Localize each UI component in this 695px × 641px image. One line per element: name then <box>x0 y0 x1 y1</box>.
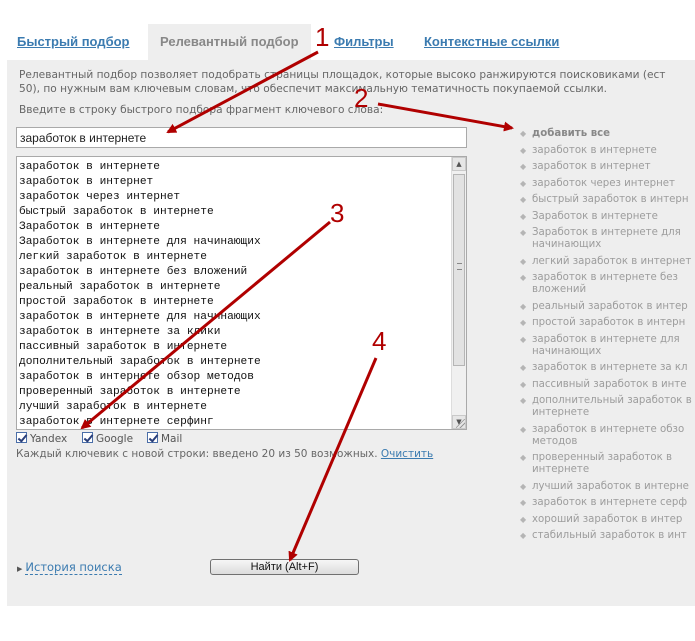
bullet-icon: ◆ <box>520 211 527 221</box>
engine-yandex[interactable]: Yandex <box>16 432 67 445</box>
query-hint: Введите в строку быстрого подбора фрагме… <box>19 104 384 116</box>
scroll-up-arrow-icon[interactable]: ▲ <box>452 157 466 171</box>
bullet-icon: ◆ <box>520 178 527 188</box>
suggestion-item[interactable]: ◆ заработок в интернете серф <box>518 497 695 509</box>
suggestion-item[interactable]: ◆ заработок в интернет <box>518 161 695 173</box>
bullet-icon: ◆ <box>520 256 527 266</box>
suggestion-item[interactable]: ◆ заработок в интернете <box>518 145 695 157</box>
quick-selection-input[interactable] <box>16 127 467 148</box>
keyword-line[interactable]: дополнительный заработок в интернете <box>19 355 449 370</box>
resize-grip-icon[interactable] <box>456 419 465 428</box>
keywords-text[interactable]: заработок в интернете заработок в интерне… <box>19 160 449 429</box>
keyword-line[interactable]: Заработок в интернете для начинающих <box>19 235 449 250</box>
bullet-icon: ◆ <box>520 481 527 491</box>
scrollbar-thumb[interactable] <box>453 174 465 366</box>
keyword-line[interactable]: быстрый заработок в интернете <box>19 205 449 220</box>
suggestion-item[interactable]: ◆ стабильный заработок в инт <box>518 530 695 542</box>
bullet-icon: ◆ <box>520 145 527 155</box>
bullet-icon: ◆ <box>520 334 527 344</box>
keyword-line[interactable]: заработок в интернете для начинающих <box>19 310 449 325</box>
add-all-link[interactable]: ◆ добавить все <box>518 128 695 140</box>
bullet-icon: ◆ <box>520 273 527 282</box>
search-history: ▶ История поиска <box>17 560 122 575</box>
tab-relevant-selection[interactable]: Релевантный подбор <box>148 24 311 60</box>
suggestion-item[interactable]: ◆ простой заработок в интерн <box>518 317 695 329</box>
bullet-icon: ◆ <box>520 424 527 434</box>
suggestion-item[interactable]: ◆ хороший заработок в интер <box>518 514 695 526</box>
checkbox-mail[interactable] <box>147 432 158 443</box>
bullet-icon: ◆ <box>520 453 527 462</box>
annotation-number-3: 3 <box>330 198 345 228</box>
keywords-scrollbar[interactable]: ▲ ▼ <box>451 157 466 429</box>
bullet-icon: ◆ <box>520 162 527 171</box>
annotation-number-2: 2 <box>354 83 369 113</box>
keyword-line[interactable]: легкий заработок в интернете <box>19 250 449 265</box>
clear-link[interactable]: Очистить <box>381 448 433 460</box>
suggestion-item[interactable]: ◆ заработок в интернете для начинающих <box>518 334 695 358</box>
suggestion-item[interactable]: ◆ заработок в интернете за кл <box>518 362 695 374</box>
suggestion-item[interactable]: ◆ заработок в интернете обзо методов <box>518 424 695 448</box>
suggestion-item[interactable]: ◆ лучший заработок в интерне <box>518 481 695 493</box>
suggestion-item[interactable]: ◆ быстрый заработок в интерн <box>518 194 695 206</box>
search-history-link[interactable]: История поиска <box>25 560 122 575</box>
bullet-icon: ◆ <box>520 396 527 405</box>
tab-bar: Быстрый подбор Релевантный подбор Фильтр… <box>0 24 695 60</box>
counter-text: Каждый ключевик с новой строки: введено … <box>16 448 378 460</box>
annotation-number-1: 1 <box>315 22 330 52</box>
keyword-line[interactable]: реальный заработок в интернете <box>19 280 449 295</box>
suggestion-item[interactable]: ◆ заработок через интернет <box>518 178 695 190</box>
bullet-icon: ◆ <box>520 301 527 311</box>
tab-filters[interactable]: Фильтры <box>334 24 394 60</box>
bullet-icon: ◆ <box>520 379 527 389</box>
bullet-icon: ◆ <box>520 195 527 204</box>
bullet-icon: ◆ <box>520 514 527 524</box>
bullet-icon: ◆ <box>520 363 527 372</box>
checkbox-yandex[interactable] <box>16 432 27 443</box>
suggestion-item[interactable]: ◆ Заработок в интернете <box>518 211 695 223</box>
tab-quick-selection[interactable]: Быстрый подбор <box>17 24 129 60</box>
keyword-line[interactable]: заработок в интернете <box>19 160 449 175</box>
keyword-line[interactable]: заработок в интернете без вложений <box>19 265 449 280</box>
keyword-line[interactable]: заработок через интернет <box>19 190 449 205</box>
keyword-line[interactable]: заработок в интернет <box>19 175 449 190</box>
suggestion-item[interactable]: ◆ пассивный заработок в инте <box>518 379 695 391</box>
bullet-icon: ◆ <box>520 129 527 138</box>
suggestion-item[interactable]: ◆ дополнительный заработок в интернете <box>518 395 695 419</box>
description-line-1: Релевантный подбор позволяет подобрать с… <box>19 69 666 81</box>
suggestion-item[interactable]: ◆ проверенный заработок в интернете <box>518 452 695 476</box>
keyword-line[interactable]: простой заработок в интернете <box>19 295 449 310</box>
keyword-line[interactable]: Заработок в интернете <box>19 220 449 235</box>
suggestions-list: ◆ добавить все ◆ заработок в интернете ◆ зар… <box>518 128 695 547</box>
find-button[interactable]: Найти (Alt+F) <box>210 559 359 575</box>
expand-triangle-icon: ▶ <box>17 565 23 573</box>
tab-context-links[interactable]: Контекстные ссылки <box>424 24 559 60</box>
keywords-textarea[interactable]: заработок в интернете заработок в интерне… <box>16 156 467 430</box>
suggestion-item[interactable]: ◆ Заработок в интернете для начинающих <box>518 227 695 251</box>
keyword-line[interactable]: проверенный заработок в интернете <box>19 385 449 400</box>
suggestion-item[interactable]: ◆ заработок в интернете без вложений <box>518 272 695 296</box>
keyword-counter: Каждый ключевик с новой строки: введено … <box>16 448 433 460</box>
keyword-line[interactable]: заработок в интернете обзор методов <box>19 370 449 385</box>
bullet-icon: ◆ <box>520 498 527 507</box>
keyword-line[interactable]: заработок в интернете серфинг <box>19 415 449 429</box>
bullet-icon: ◆ <box>520 318 527 327</box>
bullet-icon: ◆ <box>520 531 527 540</box>
engine-google[interactable]: Google <box>82 432 133 445</box>
checkbox-google[interactable] <box>82 432 93 443</box>
suggestion-item[interactable]: ◆ реальный заработок в интер <box>518 301 695 313</box>
annotation-number-4: 4 <box>372 326 387 356</box>
keyword-line[interactable]: лучший заработок в интернете <box>19 400 449 415</box>
suggestion-item[interactable]: ◆ легкий заработок в интернет <box>518 256 695 268</box>
engine-mail[interactable]: Mail <box>147 432 182 445</box>
bullet-icon: ◆ <box>520 228 527 237</box>
